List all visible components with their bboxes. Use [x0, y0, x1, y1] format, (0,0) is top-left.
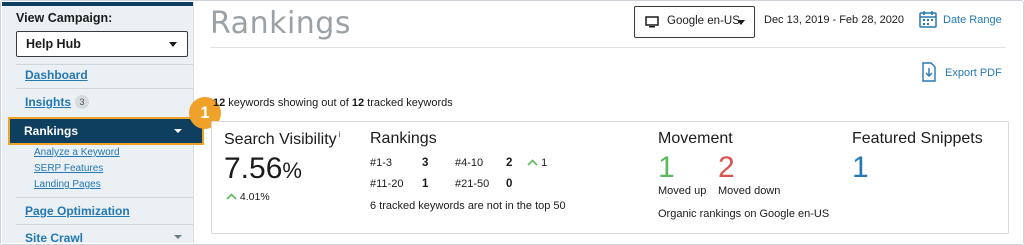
header-divider [210, 47, 1006, 48]
sidebar-item-label: Rankings [24, 124, 79, 138]
ranking-range-delta: 1 [527, 157, 547, 169]
featured-snippets-title: Featured Snippets [852, 130, 983, 147]
info-icon[interactable]: i [339, 130, 341, 139]
sidebar-item-site-crawl[interactable]: Site Crawl [25, 231, 83, 243]
sidebar-subitem-landing-pages[interactable]: Landing Pages [34, 179, 101, 190]
ranking-range-count: 1 [422, 178, 429, 190]
rankings-panel-title: Rankings [370, 130, 437, 147]
keywords-showing-count: 12 [213, 97, 226, 109]
page-title: Rankings [210, 6, 351, 41]
trend-up-icon [226, 193, 237, 200]
calendar-icon[interactable] [918, 9, 938, 29]
sidebar-divider [16, 88, 193, 89]
view-campaign-label: View Campaign: [16, 11, 113, 25]
sidebar-item-page-optimization[interactable]: Page Optimization [25, 204, 130, 218]
sidebar-item-rankings[interactable]: Rankings [8, 117, 204, 145]
date-range-link[interactable]: Date Range [943, 14, 1002, 26]
date-range-text: Dec 13, 2019 - Feb 28, 2020 [764, 14, 905, 26]
export-pdf-link[interactable]: Export PDF [945, 67, 1002, 79]
ranking-range-label: #1-3 [370, 157, 393, 169]
sidebar-subitem-analyze-keyword[interactable]: Analyze a Keyword [34, 147, 120, 158]
campaign-select[interactable]: Help Hub [16, 31, 188, 57]
search-visibility-change: 4.01% [226, 191, 270, 203]
chevron-down-icon [169, 42, 177, 47]
movement-note: Organic rankings on Google en-US [658, 208, 830, 220]
ranking-range-label: #4-10 [455, 157, 484, 169]
chevron-down-icon[interactable] [174, 235, 182, 239]
ranking-range-label: #21-50 [455, 178, 490, 190]
ranking-range-count: 2 [506, 157, 513, 169]
chevron-down-icon [737, 20, 745, 25]
insights-count-badge: 3 [75, 95, 90, 109]
sidebar-divider [16, 224, 193, 225]
search-engine-select[interactable]: Google en-US [634, 6, 755, 38]
movement-title: Movement [658, 130, 733, 147]
monitor-icon [645, 16, 659, 28]
sidebar-item-label: Insights [25, 95, 72, 109]
sidebar-subitem-serp-features[interactable]: SERP Features [34, 163, 103, 174]
rankings-note: 6 tracked keywords are not in the top 50 [370, 200, 566, 212]
ranking-range-label: #11-20 [370, 178, 404, 190]
moved-up-label: Moved up [658, 185, 707, 197]
ranking-range-count: 3 [422, 157, 429, 169]
sidebar-divider [16, 64, 193, 65]
sidebar-divider [16, 197, 193, 198]
search-visibility-title: Search Visibility i [224, 130, 341, 148]
keywords-tracked-count: 12 [351, 97, 365, 109]
keywords-summary: 12 keywords showing out of 12 tracked ke… [213, 97, 453, 109]
trend-up-icon [527, 159, 538, 166]
moved-down-count: 2 [718, 151, 735, 184]
moved-down-label: Moved down [718, 185, 781, 197]
moved-up-count: 1 [658, 151, 675, 184]
search-engine-label: Google en-US [667, 15, 740, 27]
search-visibility-value: 7.56% [224, 152, 302, 185]
campaign-select-value: Help Hub [26, 37, 81, 51]
ranking-range-count: 0 [506, 178, 513, 190]
featured-snippets-count: 1 [852, 151, 869, 184]
sidebar-item-dashboard[interactable]: Dashboard [25, 68, 88, 82]
export-pdf-icon[interactable] [921, 62, 937, 82]
chevron-down-icon [174, 129, 182, 133]
sidebar-item-insights[interactable]: Insights 3 [25, 95, 90, 109]
